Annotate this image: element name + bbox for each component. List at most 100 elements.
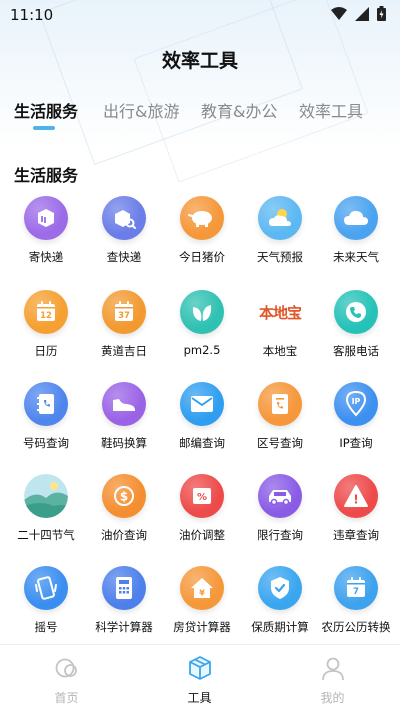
tool-item[interactable]: 邮编查询 (162, 382, 242, 451)
tool-item[interactable]: 7 农历公历转换 (316, 566, 396, 635)
tool-item[interactable]: 摇号 (6, 566, 86, 635)
tool-label: 油价调整 (179, 528, 225, 542)
phone-icon (334, 290, 378, 334)
tab-travel[interactable]: 出行&旅游 (103, 98, 179, 122)
bendibao-logo-text: 本地宝 (258, 303, 302, 322)
tool-item[interactable]: 未来天气 (316, 196, 396, 265)
tab-life-services[interactable]: 生活服务 (14, 98, 78, 122)
category-tabs: 生活服务 出行&旅游 教育&办公 效率工具 (0, 98, 400, 138)
tool-item[interactable]: 区号查询 (240, 382, 320, 451)
tab-efficiency-tools[interactable]: 效率工具 (299, 98, 363, 122)
tool-item[interactable]: ¥ 房贷计算器 (162, 566, 242, 635)
tool-item[interactable]: 今日猪价 (162, 196, 242, 265)
calculator-icon (102, 566, 146, 610)
tool-item[interactable]: $ 油价查询 (84, 474, 164, 543)
tool-label: 天气预报 (257, 250, 303, 264)
tool-label: 号码查询 (23, 436, 69, 450)
nav-home-label: 首页 (54, 691, 79, 705)
phone-book-icon (24, 382, 68, 426)
nav-profile[interactable]: 我的 (266, 645, 399, 712)
shield-check-icon (258, 566, 302, 610)
svg-text:12: 12 (40, 311, 52, 321)
tool-item[interactable]: 本地宝 本地宝 (240, 290, 320, 359)
tool-item[interactable]: IP IP查询 (316, 382, 396, 451)
tool-item[interactable]: 客服电话 (316, 290, 396, 359)
svg-text:IP: IP (352, 397, 361, 406)
tool-item[interactable]: % 油价调整 (162, 474, 242, 543)
active-tab-indicator (33, 126, 55, 130)
svg-text:¥: ¥ (199, 589, 205, 598)
tool-label: 今日猪价 (179, 250, 225, 264)
house-loan-icon: ¥ (180, 566, 224, 610)
tool-label: IP查询 (339, 436, 373, 450)
tool-label: 保质期计算 (251, 620, 309, 634)
leaf-icon (180, 290, 224, 334)
nav-profile-label: 我的 (320, 691, 345, 705)
weather-sun-cloud-icon (258, 196, 302, 240)
area-code-icon (258, 382, 302, 426)
svg-text:$: $ (120, 490, 128, 504)
cloud-icon (334, 196, 378, 240)
tool-label: 未来天气 (333, 250, 379, 264)
tool-label: 房贷计算器 (173, 620, 231, 634)
nav-home[interactable]: 首页 (0, 645, 133, 712)
home-icon (55, 658, 77, 678)
tab-education-office[interactable]: 教育&办公 (201, 98, 277, 122)
calendar-convert-icon: 7 (334, 566, 378, 610)
tool-label: 农历公历转换 (321, 620, 391, 634)
signal-icon (355, 6, 369, 21)
bendibao-logo: 本地宝 (253, 290, 307, 334)
tool-item[interactable]: 保质期计算 (240, 566, 320, 635)
tool-label: 日历 (34, 344, 58, 358)
tool-item[interactable]: 天气预报 (240, 196, 320, 265)
bottom-nav: 首页 工具 我的 (0, 644, 400, 712)
user-icon (322, 657, 344, 681)
ip-location-icon: IP (334, 382, 378, 426)
dollar-icon: $ (102, 474, 146, 518)
tool-label: 鞋码换算 (101, 436, 147, 450)
status-bar: 11:10 (0, 0, 400, 28)
status-time: 11:10 (10, 6, 54, 24)
battery-icon (377, 6, 386, 21)
tool-item[interactable]: 限行查询 (240, 474, 320, 543)
percent-tag-icon: % (180, 474, 224, 518)
tool-item[interactable]: 查快递 (84, 196, 164, 265)
tool-item[interactable]: pm2.5 (162, 290, 242, 357)
landscape-icon (24, 474, 68, 518)
calendar-lucky-icon: 37 (102, 290, 146, 334)
calendar-icon: 12 (24, 290, 68, 334)
tool-item[interactable]: 二十四节气 (6, 474, 86, 543)
nav-tools-label: 工具 (187, 691, 212, 705)
pig-icon (180, 196, 224, 240)
tool-label: 摇号 (34, 620, 58, 634)
tool-item[interactable]: 号码查询 (6, 382, 86, 451)
tool-item[interactable]: 37 黄道吉日 (84, 290, 164, 359)
section-title: 生活服务 (14, 166, 79, 185)
package-search-icon (102, 196, 146, 240)
nav-tools[interactable]: 工具 (133, 645, 266, 712)
tool-item[interactable]: 鞋码换算 (84, 382, 164, 451)
tool-label: 油价查询 (101, 528, 147, 542)
tool-label: 本地宝 (262, 344, 298, 358)
wifi-icon (331, 6, 347, 20)
tool-label: 限行查询 (257, 528, 303, 542)
tool-label: 违章查询 (333, 528, 379, 542)
toolbox-icon (189, 656, 211, 680)
svg-text:7: 7 (353, 587, 359, 597)
tool-label: 查快递 (106, 250, 142, 264)
tool-label: 二十四节气 (17, 528, 75, 542)
tool-item[interactable]: 12 日历 (6, 290, 86, 359)
warning-icon: ! (334, 474, 378, 518)
tool-item[interactable]: 科学计算器 (84, 566, 164, 635)
svg-text:!: ! (353, 493, 358, 507)
car-icon (258, 474, 302, 518)
tool-label: 客服电话 (333, 344, 379, 358)
tool-item[interactable]: 寄快递 (6, 196, 86, 265)
tool-label: 科学计算器 (95, 620, 153, 634)
tool-item[interactable]: ! 违章查询 (316, 474, 396, 543)
tool-label: 寄快递 (28, 250, 64, 264)
svg-text:%: % (197, 492, 207, 503)
page-title: 效率工具 (161, 50, 238, 72)
tool-label: 邮编查询 (179, 436, 225, 450)
tool-label: 黄道吉日 (101, 344, 147, 358)
